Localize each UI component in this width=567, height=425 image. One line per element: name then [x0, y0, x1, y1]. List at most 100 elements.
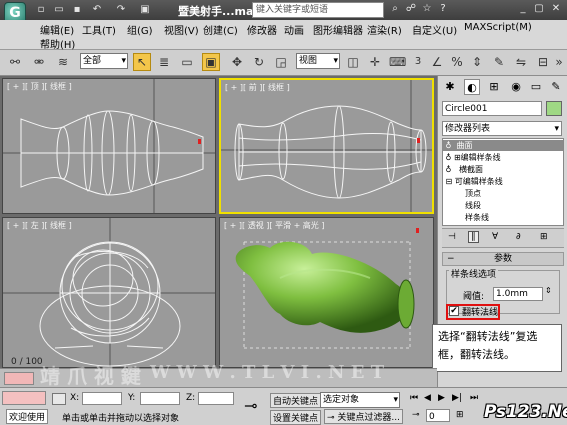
redo-icon[interactable]: ↷ [114, 3, 128, 17]
bind-space-warp-icon[interactable]: ≋ [54, 53, 72, 71]
rectangular-selection-icon[interactable]: ▭ [178, 53, 196, 71]
play-icon[interactable]: ▶ [438, 393, 445, 403]
lightbulb-icon[interactable]: ♁ [443, 165, 459, 174]
utilities-tab-icon[interactable]: ✎ [548, 79, 564, 95]
stack-subitem-segment[interactable]: 线段 [443, 200, 563, 211]
unlink-icon[interactable]: ⚮ [30, 53, 48, 71]
toolbar-more-icon[interactable]: » [552, 53, 566, 71]
create-tab-icon[interactable]: ✱ [442, 79, 458, 95]
hierarchy-tab-icon[interactable]: ⊞ [486, 79, 502, 95]
keyboard-shortcut-icon[interactable]: ⌨ [388, 53, 406, 71]
go-to-start-icon[interactable]: ⏮ [410, 393, 418, 403]
star-icon[interactable]: ☆ [420, 2, 434, 16]
viewport-front[interactable]: [ + ][ 前 ][ 线框 ] [219, 78, 434, 214]
current-frame-field[interactable]: 0 [426, 409, 450, 422]
object-name-field[interactable]: Circle001 [442, 101, 542, 116]
set-key-button[interactable]: 设置关键点 [270, 410, 322, 425]
show-end-result-icon[interactable]: ∥ [468, 231, 479, 243]
next-frame-icon[interactable]: ▶| [452, 393, 462, 403]
stack-item-cross-section[interactable]: ♁ 横截面 [443, 164, 563, 175]
selection-filter-dropdown[interactable]: 全部 [80, 53, 128, 69]
auto-key-button[interactable]: 自动关键点 [270, 393, 322, 408]
search-input[interactable]: 键入关键字或短语 [252, 2, 384, 18]
align-icon[interactable]: ⊟ [534, 53, 552, 71]
stack-item-editable-spline[interactable]: ⊟ 可编辑样条线 [443, 176, 563, 187]
modifier-list-dropdown[interactable]: 修改器列表 ▾ [442, 121, 562, 136]
move-icon[interactable]: ✥ [228, 53, 246, 71]
angle-snap-icon[interactable]: ∠ [428, 53, 446, 71]
snap-toggle-icon[interactable]: 3 [410, 53, 426, 71]
undo-icon[interactable]: ↶ [90, 3, 104, 17]
menu-maxscript[interactable]: MAXScript(M) [464, 22, 532, 33]
lightbulb-icon[interactable]: ♁ ⊞ [443, 153, 461, 162]
lightbulb-icon[interactable]: ♁ [443, 141, 457, 150]
viewport-top[interactable]: [ + ][ 顶 ][ 线框 ] [2, 78, 216, 214]
y-coord-field[interactable] [140, 392, 180, 405]
spinner-snap-icon[interactable]: ⇕ [468, 53, 486, 71]
close-icon[interactable]: ✕ [549, 2, 563, 16]
open-file-icon[interactable]: ▭ [52, 3, 66, 17]
maxscript-listener[interactable] [2, 391, 46, 405]
object-color-swatch[interactable] [546, 101, 562, 116]
minimize-icon[interactable]: _ [516, 2, 530, 16]
select-manipulate-icon[interactable]: ✛ [366, 53, 384, 71]
percent-snap-icon[interactable]: % [448, 53, 466, 71]
scale-icon[interactable]: ◲ [272, 53, 290, 71]
z-coord-field[interactable] [198, 392, 234, 405]
time-slider[interactable] [4, 372, 34, 385]
pivot-center-icon[interactable]: ◫ [344, 53, 362, 71]
selection-lock-icon[interactable] [52, 393, 66, 405]
named-selection-icon[interactable]: ✎ [490, 53, 508, 71]
new-file-icon[interactable]: ▫ [34, 3, 48, 17]
search-icon[interactable]: ⌕ [388, 2, 402, 16]
menu-help[interactable]: 帮助(H) [40, 36, 75, 51]
x-coord-field[interactable] [82, 392, 122, 405]
remove-modifier-icon[interactable]: ∂ [516, 232, 521, 242]
reference-coordinate-dropdown[interactable]: 视图 [296, 53, 340, 69]
parameters-rollout-header[interactable]: − 参数 [442, 252, 564, 266]
menu-tools[interactable]: 工具(T) [82, 22, 116, 37]
window-crossing-icon[interactable]: ▣ [202, 53, 220, 71]
key-icon[interactable]: ⊸ [244, 396, 257, 415]
viewport-left[interactable]: [ + ][ 左 ][ 线框 ] 0 / 100 [2, 217, 216, 368]
motion-tab-icon[interactable]: ◉ [508, 79, 524, 95]
menu-group[interactable]: 组(G) [127, 22, 153, 37]
stack-subitem-spline[interactable]: 样条线 [443, 212, 563, 223]
menu-animation[interactable]: 动画 [284, 22, 304, 37]
selected-object-dropdown[interactable]: 选定对象 [320, 392, 400, 408]
pin-stack-icon[interactable]: ⊣ [448, 232, 456, 242]
menu-customize[interactable]: 自定义(U) [412, 22, 457, 37]
stack-item-edit-spline[interactable]: ♁ ⊞编辑样条线 [443, 152, 563, 163]
rotate-icon[interactable]: ↻ [250, 53, 268, 71]
go-to-end-icon[interactable]: ⏭ [470, 393, 478, 403]
menu-edit[interactable]: 编辑(E) [40, 22, 74, 37]
key-filters-button[interactable]: ⊸ 关键点过滤器... [324, 409, 403, 424]
menu-modifiers[interactable]: 修改器 [247, 22, 277, 37]
expand-icon[interactable]: ⊟ [443, 177, 455, 186]
menu-graph-editors[interactable]: 图形编辑器 [313, 22, 363, 37]
binoculars-icon[interactable]: ☍ [404, 2, 418, 16]
threshold-spinner[interactable]: ⇕ [545, 286, 552, 295]
stack-subitem-vertex[interactable]: 顶点 [443, 188, 563, 199]
time-config-icon[interactable]: ⊞ [456, 410, 464, 420]
select-object-icon[interactable]: ↖ [133, 53, 151, 71]
modify-tab-icon[interactable]: ◐ [464, 79, 480, 95]
menu-views[interactable]: 视图(V) [164, 22, 199, 37]
mirror-icon[interactable]: ⇋ [512, 53, 530, 71]
maximize-icon[interactable]: ▢ [532, 2, 546, 16]
select-by-name-icon[interactable]: ≣ [155, 53, 173, 71]
display-tab-icon[interactable]: ▭ [528, 79, 544, 95]
threshold-input[interactable]: 1.0mm [493, 287, 543, 301]
project-folder-icon[interactable]: ▣ [138, 3, 152, 17]
menu-rendering[interactable]: 渲染(R) [367, 22, 402, 37]
make-unique-icon[interactable]: ∀ [492, 232, 498, 242]
previous-frame-icon[interactable]: ◀ [424, 393, 431, 403]
configure-sets-icon[interactable]: ⊞ [540, 232, 548, 242]
select-link-icon[interactable]: ⚯ [6, 53, 24, 71]
viewport-perspective[interactable]: [ + ][ 透视 ][ 平滑 + 高光 ] [219, 217, 434, 368]
help-icon[interactable]: ? [436, 2, 450, 16]
key-mode-icon[interactable]: ⊸ [412, 410, 420, 420]
menu-create[interactable]: 创建(C) [203, 22, 238, 37]
save-file-icon[interactable]: ▪ [70, 3, 84, 17]
stack-item-surface[interactable]: ♁ 曲面 [443, 140, 563, 151]
